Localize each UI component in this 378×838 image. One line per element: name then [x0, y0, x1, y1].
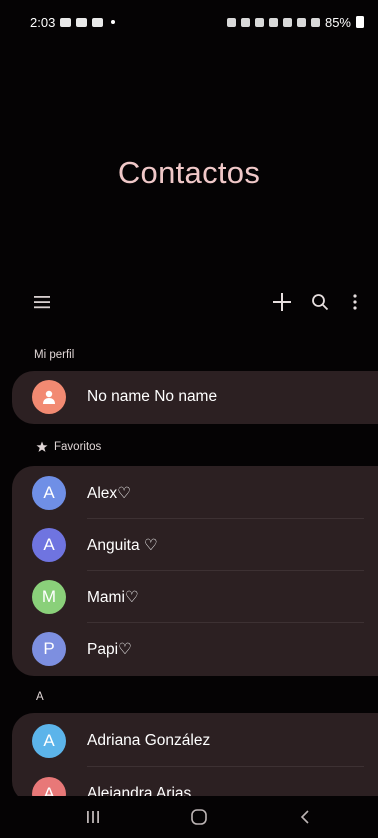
page-title: Contactos [117, 155, 261, 190]
gallery-notification-icon [60, 17, 72, 27]
alarm-icon [240, 17, 250, 27]
profile-name: No name No name [87, 388, 218, 405]
toolbar [0, 285, 378, 321]
mute-icon [268, 17, 278, 27]
signal-icon [310, 17, 320, 27]
contact-row[interactable]: M Mami♡ [12, 571, 378, 623]
contacts-screen: 2:03 85% Contactos Mi perfil No name No … [0, 0, 378, 838]
home-button[interactable] [179, 802, 219, 832]
status-time: 2:03 [30, 14, 56, 30]
section-label-profile: Mi perfil [34, 349, 75, 361]
section-header-profile: Mi perfil [34, 349, 74, 361]
vibrate-icon [254, 17, 264, 27]
section-header-a: A [36, 691, 44, 703]
contact-avatar: A [32, 724, 66, 758]
contact-avatar: A [32, 528, 66, 562]
more-vertical-icon [353, 294, 357, 310]
row-divider [87, 766, 364, 767]
menu-icon [34, 296, 50, 309]
contact-name: Mami♡ [87, 588, 139, 606]
contact-name: Anguita ♡ [87, 536, 158, 554]
navigation-bar [0, 796, 378, 838]
more-notifications-icon [111, 20, 116, 24]
search-icon [312, 294, 329, 311]
back-icon [300, 810, 309, 824]
contact-row[interactable]: A Alex♡ [12, 467, 378, 519]
section-a-card: A Adriana González A Alejandra Arias [12, 713, 378, 811]
recent-apps-icon [87, 811, 99, 823]
section-header-favorites: Favoritos [36, 441, 101, 453]
profile-card: No name No name [12, 371, 378, 424]
recent-apps-button[interactable] [73, 802, 113, 832]
star-icon [36, 441, 48, 452]
contact-row[interactable]: A Anguita ♡ [12, 519, 378, 571]
contact-avatar: P [32, 632, 66, 666]
contact-name: Adriana González [87, 732, 211, 749]
contact-name: Alex♡ [87, 484, 132, 502]
more-options-button[interactable] [338, 285, 372, 319]
contact-avatar: M [32, 580, 66, 614]
menu-button[interactable] [25, 285, 59, 319]
message-notification-icon [92, 17, 104, 27]
section-label-a: A [36, 691, 44, 703]
contact-name: Papi♡ [87, 640, 132, 658]
cast-icon [226, 17, 236, 27]
section-label-favorites: Favoritos [54, 441, 102, 453]
wifi-icon [282, 17, 292, 27]
plus-icon [273, 293, 291, 311]
profile-row[interactable]: No name No name [12, 371, 378, 423]
profile-avatar [32, 380, 66, 414]
status-right: 85% [226, 14, 364, 30]
contact-row[interactable]: P Papi♡ [12, 623, 378, 675]
add-contact-button[interactable] [265, 285, 299, 319]
battery-icon [356, 16, 364, 28]
contact-avatar: A [32, 476, 66, 510]
status-bar: 2:03 85% [0, 0, 378, 44]
home-icon [191, 809, 207, 825]
status-left: 2:03 [30, 14, 116, 30]
person-icon [43, 390, 55, 404]
search-button[interactable] [303, 285, 337, 319]
back-button[interactable] [285, 802, 325, 832]
battery-percent: 85% [324, 14, 351, 30]
contact-row[interactable]: A Adriana González [12, 715, 378, 767]
data-icon [296, 17, 306, 27]
favorites-card: A Alex♡ A Anguita ♡ M Mami♡ P Papi♡ [12, 466, 378, 676]
app-notification-icon [76, 17, 88, 27]
